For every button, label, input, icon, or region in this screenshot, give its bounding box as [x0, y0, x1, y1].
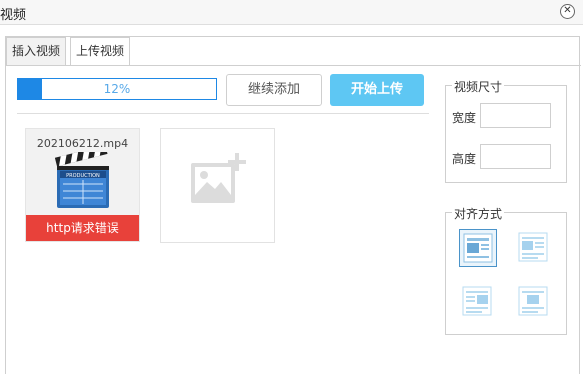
dialog-title: 视频 — [0, 8, 27, 23]
align-left-icon — [518, 232, 548, 262]
start-upload-button[interactable]: 开始上传 — [330, 74, 424, 106]
align-none-button[interactable] — [459, 229, 497, 267]
width-label: 宽度 — [452, 111, 477, 125]
add-image-icon — [191, 153, 246, 203]
alignment-legend: 对齐方式 — [452, 205, 505, 222]
tab-upload-video[interactable]: 上传视频 — [70, 37, 130, 66]
continue-add-button[interactable]: 继续添加 — [226, 74, 322, 106]
toolbar-divider — [17, 113, 429, 114]
height-label: 高度 — [452, 152, 477, 166]
file-name: 202106212.mp4 — [36, 137, 129, 150]
upload-error-message: http请求错误 — [26, 215, 139, 241]
align-center-icon — [518, 286, 548, 316]
align-right-icon — [462, 286, 492, 316]
dialog-titlebar: 视频 ✕ — [0, 0, 583, 25]
align-right-button[interactable] — [459, 283, 497, 321]
upload-progress-bar: 12% — [17, 78, 217, 100]
svg-text:PRODUCTION: PRODUCTION — [66, 173, 100, 179]
alignment-group: 对齐方式 — [445, 205, 567, 335]
align-center-button[interactable] — [515, 283, 553, 321]
align-none-icon — [463, 233, 493, 263]
tab-insert-video[interactable]: 插入视频 — [6, 37, 66, 65]
height-input[interactable] — [480, 144, 551, 169]
video-size-group: 视频尺寸 宽度 高度 — [445, 78, 567, 183]
close-icon[interactable]: ✕ — [560, 4, 575, 19]
uploaded-file-card: 202106212.mp4 PRODUCTION http请求错误 — [25, 128, 140, 242]
video-clapperboard-icon: PRODUCTION — [55, 152, 109, 208]
video-size-legend: 视频尺寸 — [452, 78, 505, 95]
align-left-button[interactable] — [515, 229, 553, 267]
tab-divider — [6, 65, 581, 66]
progress-text: 12% — [103, 82, 131, 96]
add-file-placeholder[interactable] — [160, 128, 275, 243]
width-input[interactable] — [480, 103, 551, 128]
